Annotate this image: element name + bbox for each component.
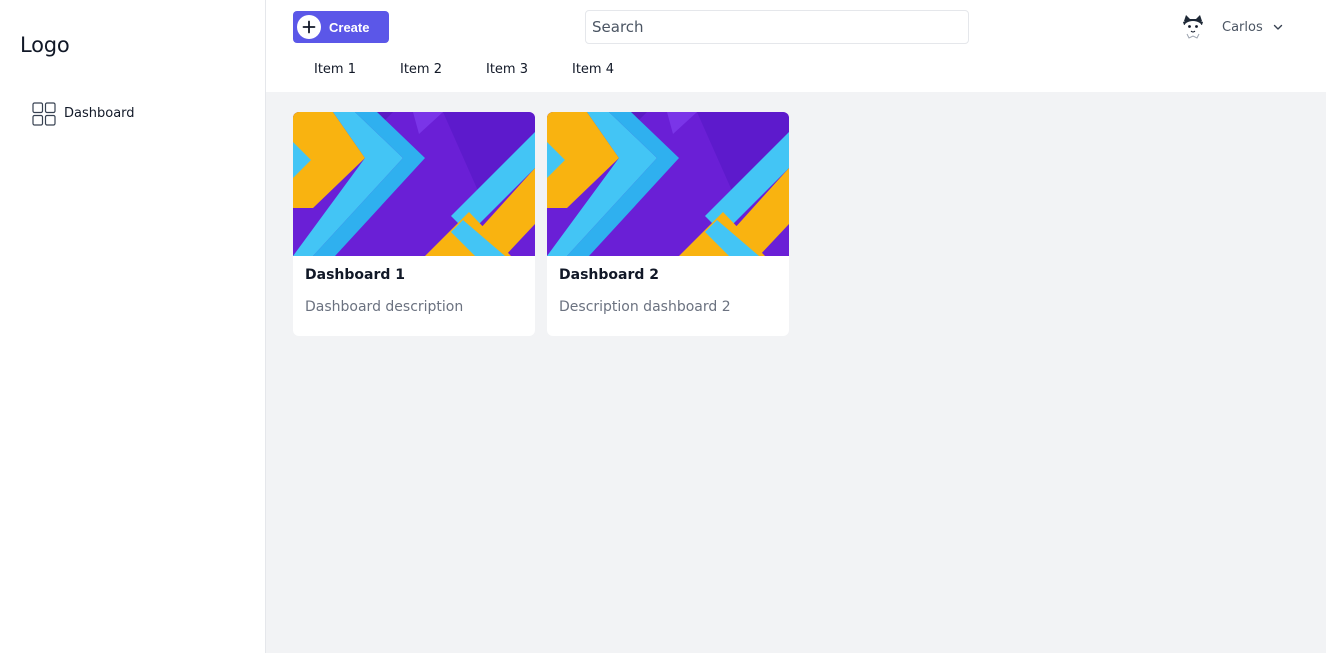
dashboard-card[interactable]: Dashboard 1 Dashboard description [293, 112, 535, 336]
plus-icon [297, 15, 321, 39]
top-bar: Create Carlos [266, 0, 1326, 92]
user-menu[interactable]: Carlos [1178, 11, 1283, 43]
dashboard-description: Description dashboard 2 [559, 299, 731, 315]
sidebar: Logo Dashboard [0, 0, 266, 653]
avatar [1178, 12, 1208, 42]
sidebar-item-dashboard[interactable]: Dashboard [32, 101, 135, 126]
main-content: Create Carlos [266, 0, 1326, 653]
tab-item-4[interactable]: Item 4 [572, 62, 614, 77]
dashboard-grid-icon [32, 101, 56, 126]
tab-item-3[interactable]: Item 3 [486, 62, 528, 77]
dashboard-thumbnail [547, 112, 789, 256]
create-button[interactable]: Create [293, 11, 389, 43]
dashboard-description: Dashboard description [305, 299, 464, 315]
chevron-down-icon [1273, 24, 1282, 30]
dashboard-card[interactable]: Dashboard 2 Description dashboard 2 [547, 112, 789, 336]
dashboard-thumbnail [293, 112, 535, 256]
app-root: Logo Dashboard Create Search Carlos Item… [0, 0, 1326, 653]
search-input[interactable] [585, 10, 969, 44]
user-name: Carlos [1222, 19, 1263, 35]
tab-item-2[interactable]: Item 2 [400, 62, 442, 77]
sidebar-item-label: Dashboard [64, 106, 135, 121]
dashboard-title: Dashboard 1 [305, 267, 405, 283]
tab-bar: Item 1 Item 2 Item 3 Item 4 [314, 62, 658, 77]
logo: Logo [20, 33, 70, 57]
dashboard-title: Dashboard 2 [559, 267, 659, 283]
tab-item-1[interactable]: Item 1 [314, 62, 356, 77]
create-button-label: Create [329, 19, 370, 35]
